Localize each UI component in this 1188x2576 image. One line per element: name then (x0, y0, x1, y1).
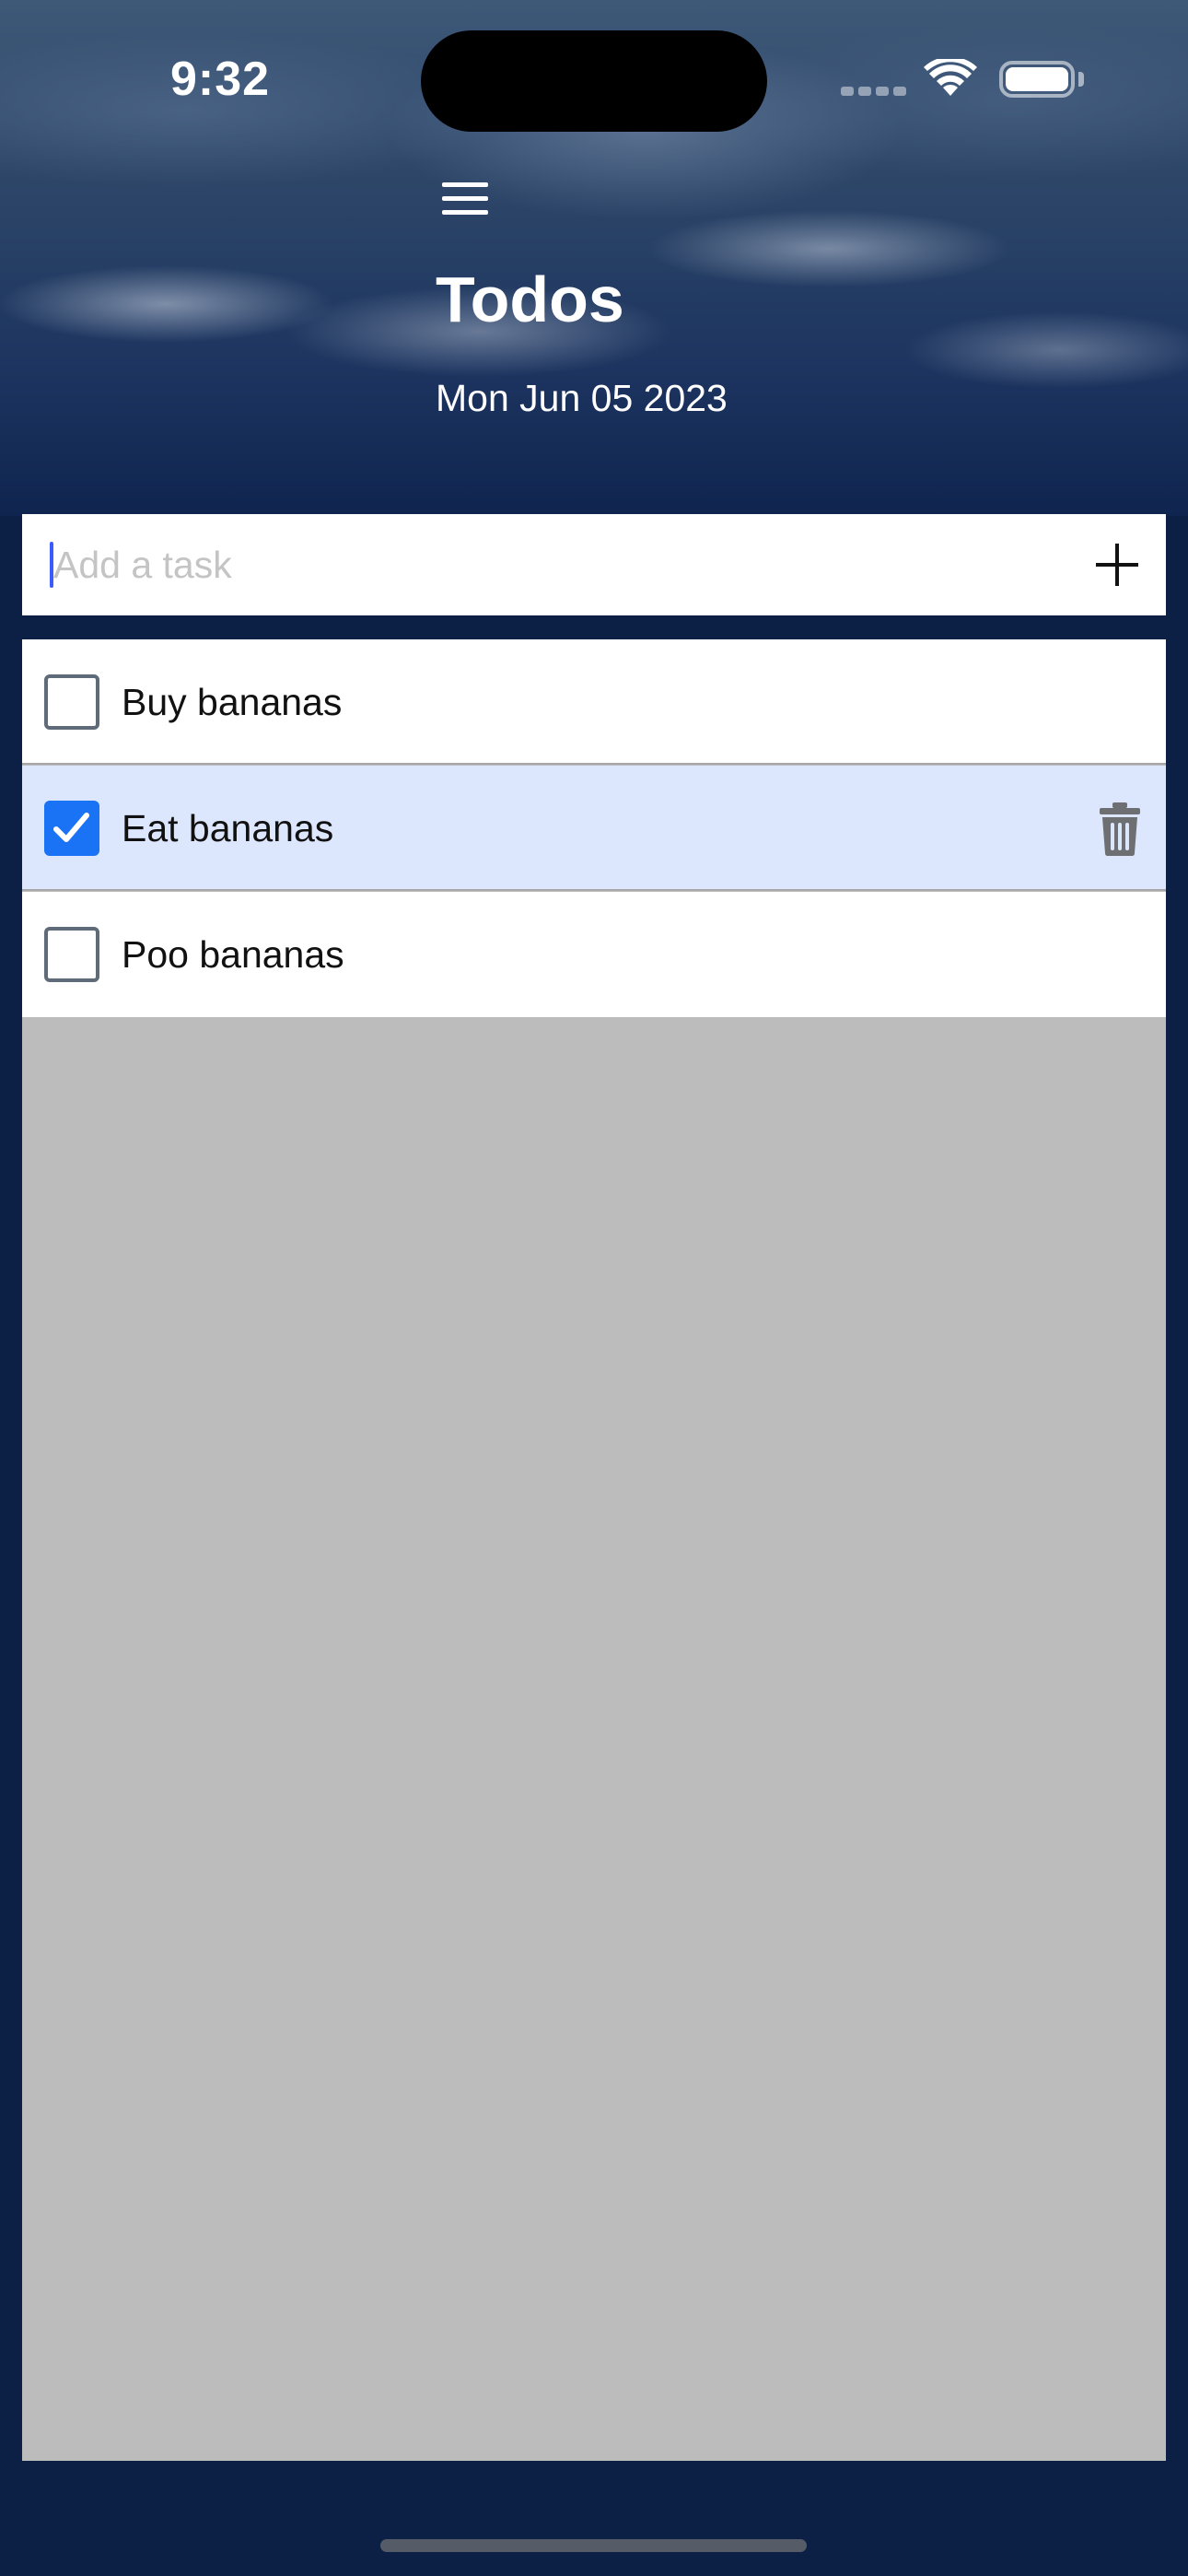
text-cursor (50, 542, 53, 588)
wifi-icon (924, 56, 977, 102)
task-row[interactable]: Buy bananas (22, 639, 1166, 765)
task-checkbox[interactable] (44, 927, 99, 982)
task-row[interactable]: Poo bananas (22, 892, 1166, 1017)
add-task-input[interactable] (48, 514, 1048, 615)
task-label: Poo bananas (122, 933, 344, 976)
battery-icon (999, 61, 1075, 98)
task-label: Eat bananas (122, 807, 334, 849)
trash-icon[interactable] (1098, 802, 1142, 856)
dynamic-island (421, 30, 767, 132)
battery-tip (1078, 72, 1084, 87)
current-date: Mon Jun 05 2023 (436, 377, 728, 419)
hamburger-menu-icon[interactable] (440, 181, 492, 217)
plus-icon[interactable] (1092, 540, 1142, 590)
task-label: Buy bananas (122, 681, 343, 723)
home-indicator[interactable] (380, 2539, 807, 2552)
cellular-signal-icon (841, 87, 906, 96)
status-time: 9:32 (170, 53, 271, 106)
page-title: Todos (436, 263, 624, 335)
task-row[interactable]: Eat bananas (22, 766, 1166, 891)
add-task-bar (22, 514, 1166, 615)
task-list: Buy bananas Eat bananas Poo bananas (22, 639, 1166, 2461)
task-checkbox-checked[interactable] (44, 801, 99, 856)
task-checkbox[interactable] (44, 674, 99, 730)
